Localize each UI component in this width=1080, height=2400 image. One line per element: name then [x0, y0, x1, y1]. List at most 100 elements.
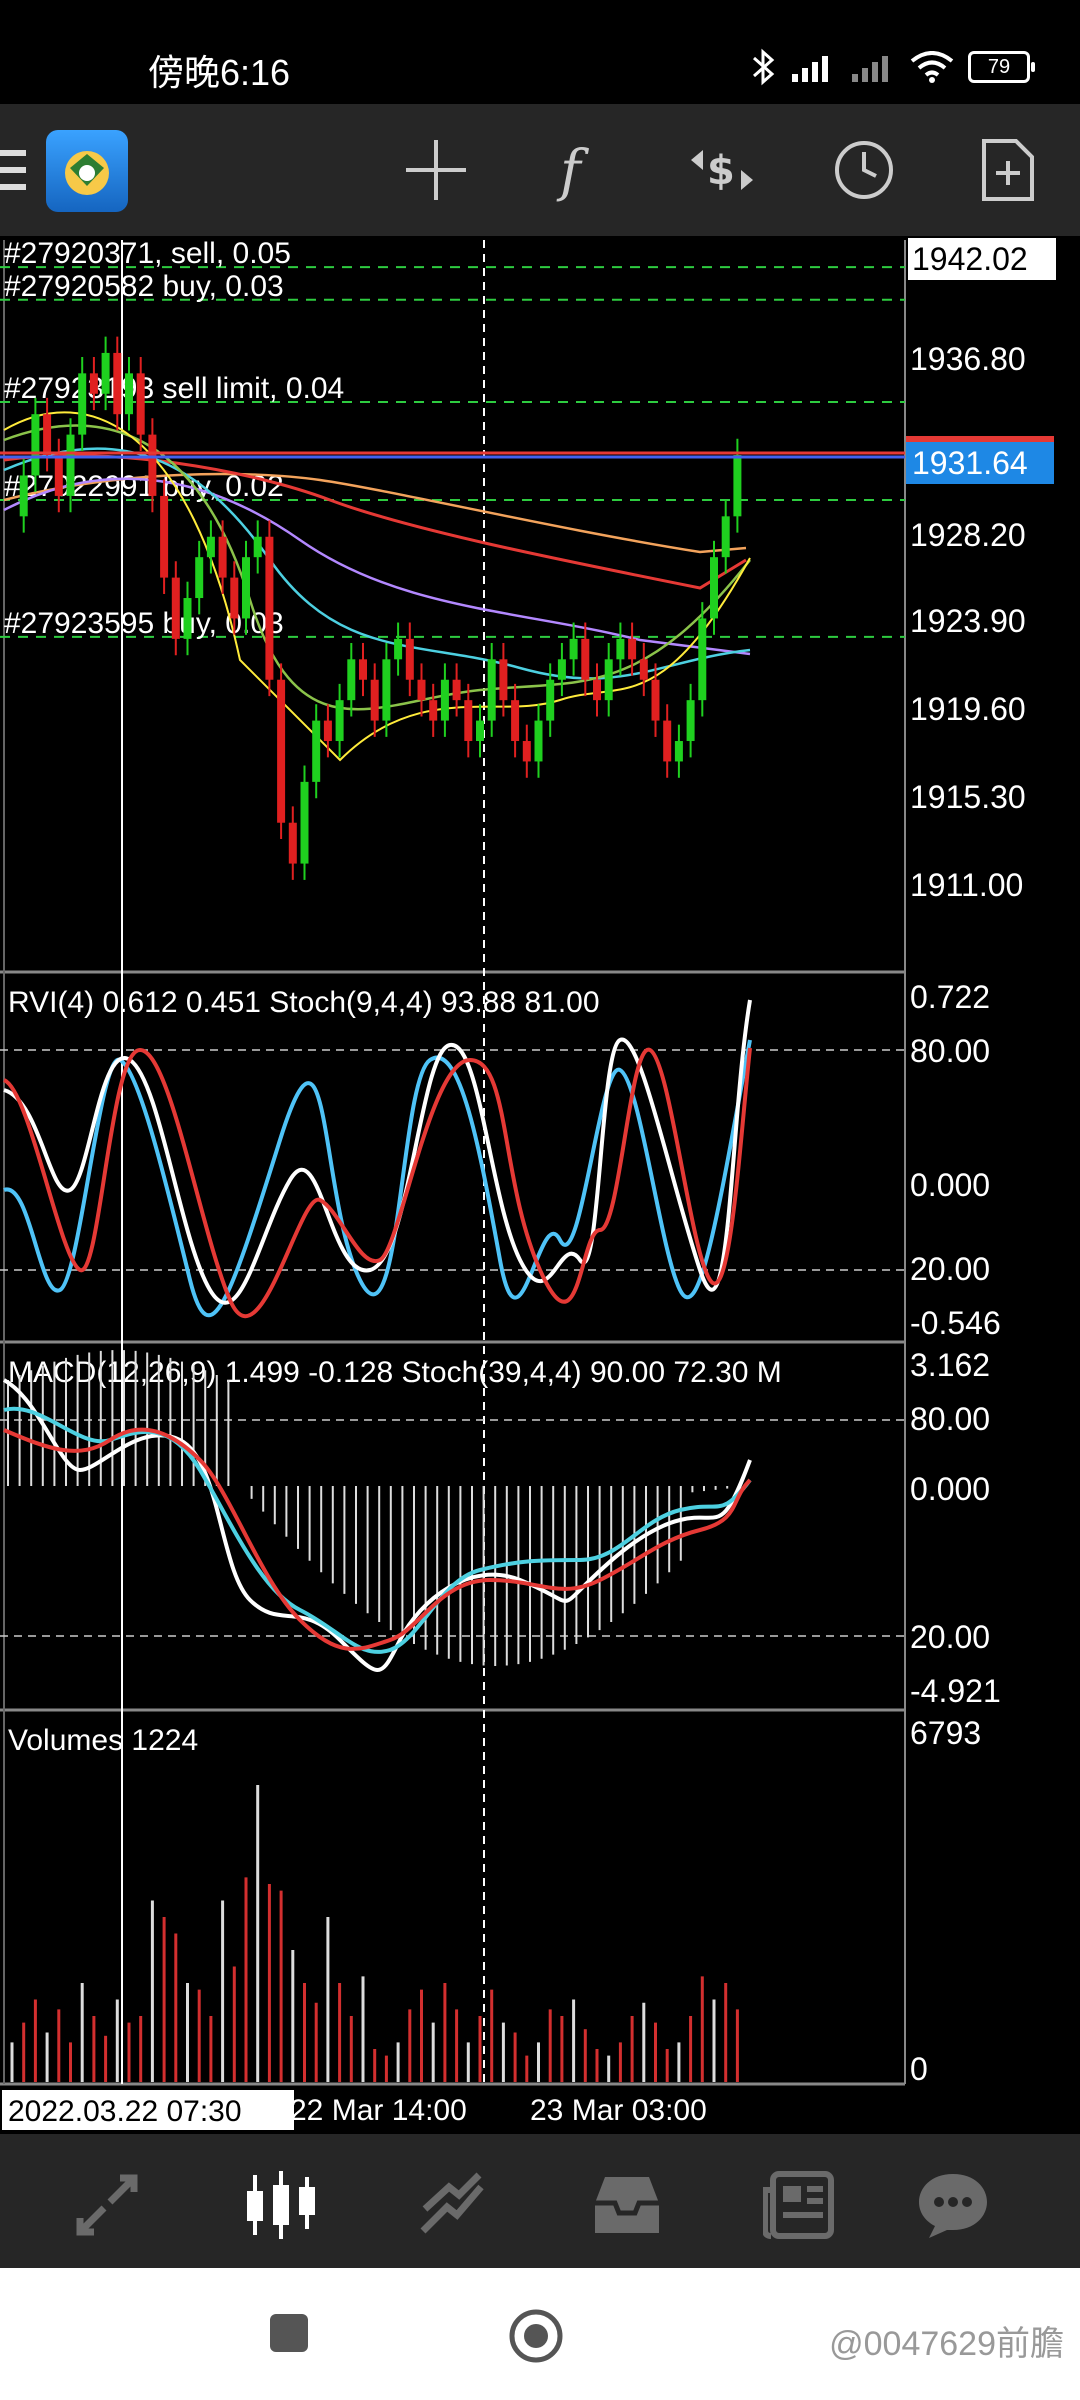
- candle-body: [78, 373, 87, 435]
- candle-body: [557, 659, 566, 680]
- candle-body: [663, 720, 672, 762]
- time-label: 22 Mar 14:00: [290, 2094, 467, 2127]
- chart-area[interactable]: #27920371, sell, 0.05 #27920582 buy, 0.03…: [0, 236, 1080, 2134]
- news-icon: [763, 2171, 834, 2239]
- macd-scale-label: 0.000: [910, 1471, 990, 1507]
- candle-body: [651, 679, 660, 721]
- recents-button[interactable]: [268, 2312, 310, 2354]
- period-button[interactable]: [818, 124, 910, 216]
- candle-body: [335, 700, 344, 742]
- price-label: 1919.60: [910, 691, 1026, 727]
- candle-body: [54, 455, 63, 496]
- candle-body: [31, 414, 40, 476]
- rvi-scale-label: 0.000: [910, 1167, 990, 1203]
- price-label: 1911.00: [910, 867, 1023, 903]
- candle-body: [616, 638, 625, 660]
- app-logo[interactable]: [46, 130, 128, 212]
- candle-body: [43, 414, 52, 456]
- candle-body: [628, 638, 637, 660]
- candle-body: [417, 679, 426, 701]
- macd-scale-label: -4.921: [910, 1673, 1001, 1709]
- menu-icon[interactable]: [0, 148, 28, 192]
- rvi-scale-label: -0.546: [910, 1305, 1001, 1341]
- candle-body: [604, 659, 613, 701]
- candle-body: [183, 598, 192, 639]
- nav-quotes[interactable]: [62, 2160, 152, 2250]
- svg-text:$: $: [707, 148, 735, 194]
- rvi-scale-label: 0.722: [910, 979, 990, 1015]
- candle-body: [487, 659, 496, 721]
- candle-body: [569, 638, 578, 660]
- candle-body: [277, 679, 286, 823]
- order-label: #27920582 buy, 0.03: [4, 270, 284, 303]
- history-icon: [595, 2177, 659, 2233]
- candle-body: [370, 679, 379, 721]
- nav-history[interactable]: [582, 2160, 672, 2250]
- nav-messages[interactable]: [908, 2160, 998, 2250]
- macd-scale-label: 20.00: [910, 1619, 990, 1655]
- candle-body: [230, 577, 239, 619]
- candle-body: [300, 781, 309, 864]
- candle-body: [710, 557, 718, 619]
- current-price-tag: 1931.64: [912, 445, 1028, 481]
- nav-chart[interactable]: [236, 2160, 326, 2250]
- candle-body: [686, 700, 695, 742]
- crosshair-icon: [406, 140, 466, 200]
- battery-icon: 79: [968, 51, 1035, 83]
- nav-news[interactable]: [754, 2160, 844, 2250]
- candle-body: [476, 720, 484, 742]
- candle-body: [405, 638, 414, 680]
- candle-body: [522, 741, 531, 762]
- order-label: #27920371, sell, 0.05: [4, 237, 291, 270]
- candle-body: [136, 373, 145, 435]
- trade-button[interactable]: $: [676, 124, 768, 216]
- watermark-text: @0047629前膽: [829, 2325, 1064, 2363]
- time-axis: 22 Mar 14:00 23 Mar 03:00 2022.03.22 07:…: [2, 2090, 707, 2130]
- signal-icon-2: [852, 56, 888, 82]
- candle-body: [171, 577, 180, 639]
- candle-body: [242, 557, 250, 619]
- candle-body: [312, 720, 321, 782]
- price-top-label: 1942.02: [912, 241, 1028, 277]
- candle-body: [66, 434, 75, 496]
- macd-scale-label: 80.00: [910, 1401, 990, 1437]
- crosshair-button[interactable]: [390, 124, 482, 216]
- add-object-button[interactable]: [962, 124, 1054, 216]
- indicators-button[interactable]: f: [530, 124, 622, 216]
- time-cursor-label: 2022.03.22 07:30: [8, 2095, 242, 2128]
- indicators-icon: f: [556, 139, 590, 202]
- chart-icon: [247, 2171, 315, 2239]
- candle-body: [160, 495, 169, 578]
- candle-body: [534, 720, 543, 762]
- clock-icon: [835, 141, 893, 199]
- signal-icon: [792, 56, 828, 82]
- candle-body: [733, 455, 742, 517]
- status-bar: 傍晚6:16 79: [0, 0, 1080, 104]
- candle-body: [382, 659, 391, 721]
- volume-label: Volumes 1224: [8, 1724, 198, 1757]
- candle-body: [440, 679, 449, 721]
- candle-body: [394, 638, 403, 660]
- nav-trade[interactable]: [408, 2160, 498, 2250]
- candle-body: [323, 720, 332, 742]
- candle-body: [19, 475, 28, 517]
- price-label: 1915.30: [910, 779, 1026, 815]
- candle-body: [288, 822, 297, 864]
- price-scale: 1942.02 1936.80 1928.20 1923.90 1919.60 …: [906, 238, 1056, 903]
- order-label: #27923193 sell limit, 0.04: [4, 372, 344, 405]
- candle-body: [429, 700, 438, 721]
- trade-nav-icon: [420, 2172, 484, 2234]
- chart-toolbar: f $: [0, 104, 1080, 236]
- order-label: #27923595 buy, 0.03: [4, 607, 284, 640]
- candle-body: [593, 679, 601, 701]
- candle-body: [265, 536, 274, 680]
- candle-body: [581, 638, 590, 680]
- rvi-panel: RVI(4) 0.612 0.451 Stoch(9,4,4) 93.88 81…: [0, 979, 1001, 1341]
- candle-body: [206, 536, 215, 558]
- candle-body: [452, 679, 461, 701]
- candle-body: [639, 659, 648, 680]
- messages-icon: [919, 2174, 987, 2238]
- price-label: 1928.20: [910, 517, 1026, 553]
- candle-body: [101, 352, 110, 394]
- home-button[interactable]: [508, 2308, 564, 2364]
